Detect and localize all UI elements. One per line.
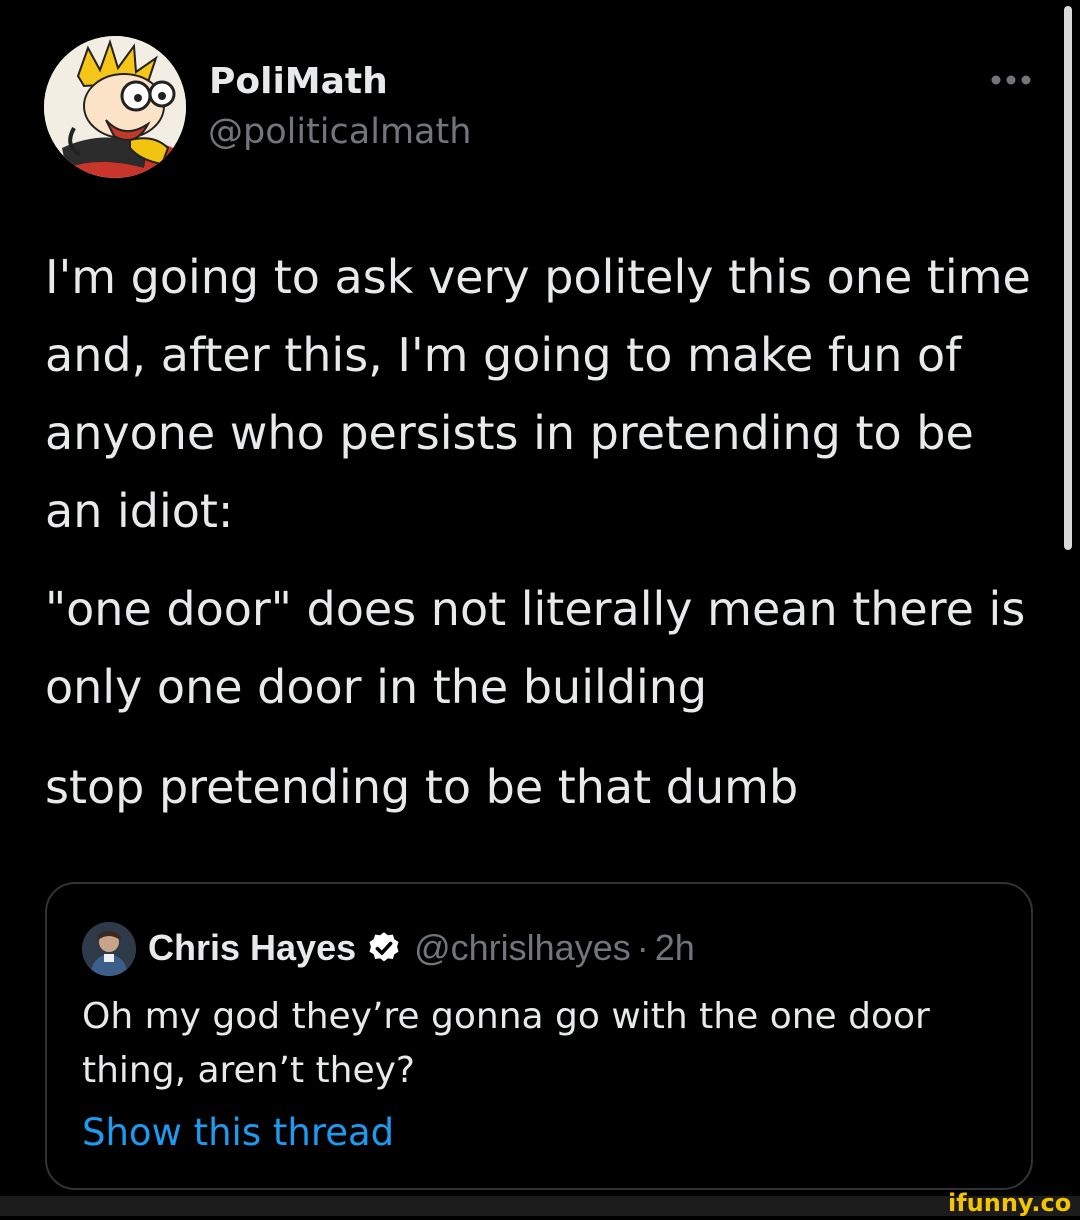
quoted-author-handle[interactable]: @chrislhayes: [414, 926, 631, 970]
tweet-text-paragraph: "one door" does not literally mean there…: [45, 582, 1026, 714]
quoted-tweet-header: Chris Hayes @chrislhayes · 2h: [148, 926, 695, 970]
cartoon-avatar-image: [44, 36, 186, 178]
quoted-author-name[interactable]: Chris Hayes: [148, 926, 356, 970]
tweet-text-paragraph: stop pretending to be that dumb: [45, 760, 799, 814]
watermark-bar: [0, 1196, 1080, 1216]
header-separator: ·: [636, 927, 649, 968]
verified-badge-icon: [366, 930, 402, 966]
quoted-author-avatar[interactable]: [82, 922, 136, 976]
tweet-text-paragraph: I'm going to ask very politely this one …: [45, 250, 1031, 538]
author-handle[interactable]: @politicalmath: [208, 110, 471, 154]
author-avatar[interactable]: [44, 36, 186, 178]
quoted-tweet-text: Oh my god they’re gonna go with the one …: [82, 996, 930, 1091]
author-name[interactable]: PoliMath: [209, 60, 388, 104]
ifunny-watermark: ifunny.co: [946, 1186, 1076, 1217]
watermark-text: ifunny.co: [948, 1189, 1071, 1216]
scrollbar-thumb[interactable]: [1064, 6, 1072, 550]
more-horizontal-icon[interactable]: [988, 68, 1034, 92]
quoted-tweet-time[interactable]: 2h: [655, 926, 695, 970]
show-thread-link[interactable]: Show this thread: [82, 1108, 394, 1158]
quoted-tweet-card[interactable]: Chris Hayes @chrislhayes · 2h Oh my god …: [45, 882, 1033, 1190]
